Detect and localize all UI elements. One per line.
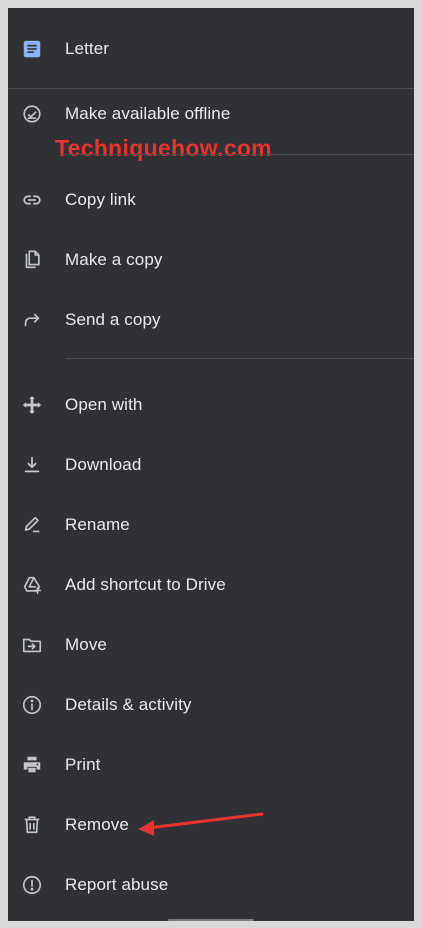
section-divider <box>61 154 414 155</box>
menu-item-label: Move <box>65 635 107 654</box>
info-icon <box>20 693 44 717</box>
menu-item-label: Copy link <box>65 190 136 209</box>
menu-item-label: Make a copy <box>65 250 163 269</box>
file-header: Letter <box>8 19 414 79</box>
file-title: Letter <box>65 39 110 58</box>
menu-item-open-with[interactable]: Open with <box>8 375 414 435</box>
bottom-sheet-menu: Letter Make available offline Techniqueh… <box>8 8 414 921</box>
menu-item-copy-link[interactable]: Copy link <box>8 170 414 230</box>
menu-item-report-abuse[interactable]: Report abuse <box>8 855 414 915</box>
section-divider <box>66 358 414 359</box>
menu-item-label: Rename <box>65 515 130 534</box>
menu-item-label: Print <box>65 755 101 774</box>
rename-icon <box>20 513 44 537</box>
menu-item-move[interactable]: Move <box>8 615 414 675</box>
menu-item-make-a-copy[interactable]: Make a copy <box>8 230 414 290</box>
add-shortcut-icon <box>20 573 44 597</box>
menu-item-label: Remove <box>65 815 129 834</box>
copy-icon <box>20 248 44 272</box>
menu-item-print[interactable]: Print <box>8 735 414 795</box>
menu-item-label: Report abuse <box>65 875 169 894</box>
download-icon <box>20 453 44 477</box>
menu-item-rename[interactable]: Rename <box>8 495 414 555</box>
menu-item-label: Download <box>65 455 142 474</box>
docs-file-icon <box>20 37 44 61</box>
menu-item-details-activity[interactable]: Details & activity <box>8 675 414 735</box>
menu-item-label: Open with <box>65 395 143 414</box>
share-arrow-icon <box>20 308 44 332</box>
trash-icon <box>20 813 44 837</box>
menu-item-remove[interactable]: Remove <box>8 795 414 855</box>
menu-item-download[interactable]: Download <box>8 435 414 495</box>
report-icon <box>20 873 44 897</box>
menu-item-label: Make available offline <box>65 104 231 123</box>
print-icon <box>20 753 44 777</box>
menu-item-add-shortcut-to-drive[interactable]: Add shortcut to Drive <box>8 555 414 615</box>
link-icon <box>20 188 44 212</box>
offline-check-icon <box>20 102 44 126</box>
open-with-icon <box>20 393 44 417</box>
menu-item-label: Send a copy <box>65 310 161 329</box>
menu-item-label: Details & activity <box>65 695 192 714</box>
watermark: Techniquehow.com <box>55 135 272 161</box>
sheet-drag-handle[interactable] <box>168 919 254 921</box>
menu-item-label: Add shortcut to Drive <box>65 575 226 594</box>
move-folder-icon <box>20 633 44 657</box>
menu-item-send-a-copy[interactable]: Send a copy <box>8 290 414 350</box>
